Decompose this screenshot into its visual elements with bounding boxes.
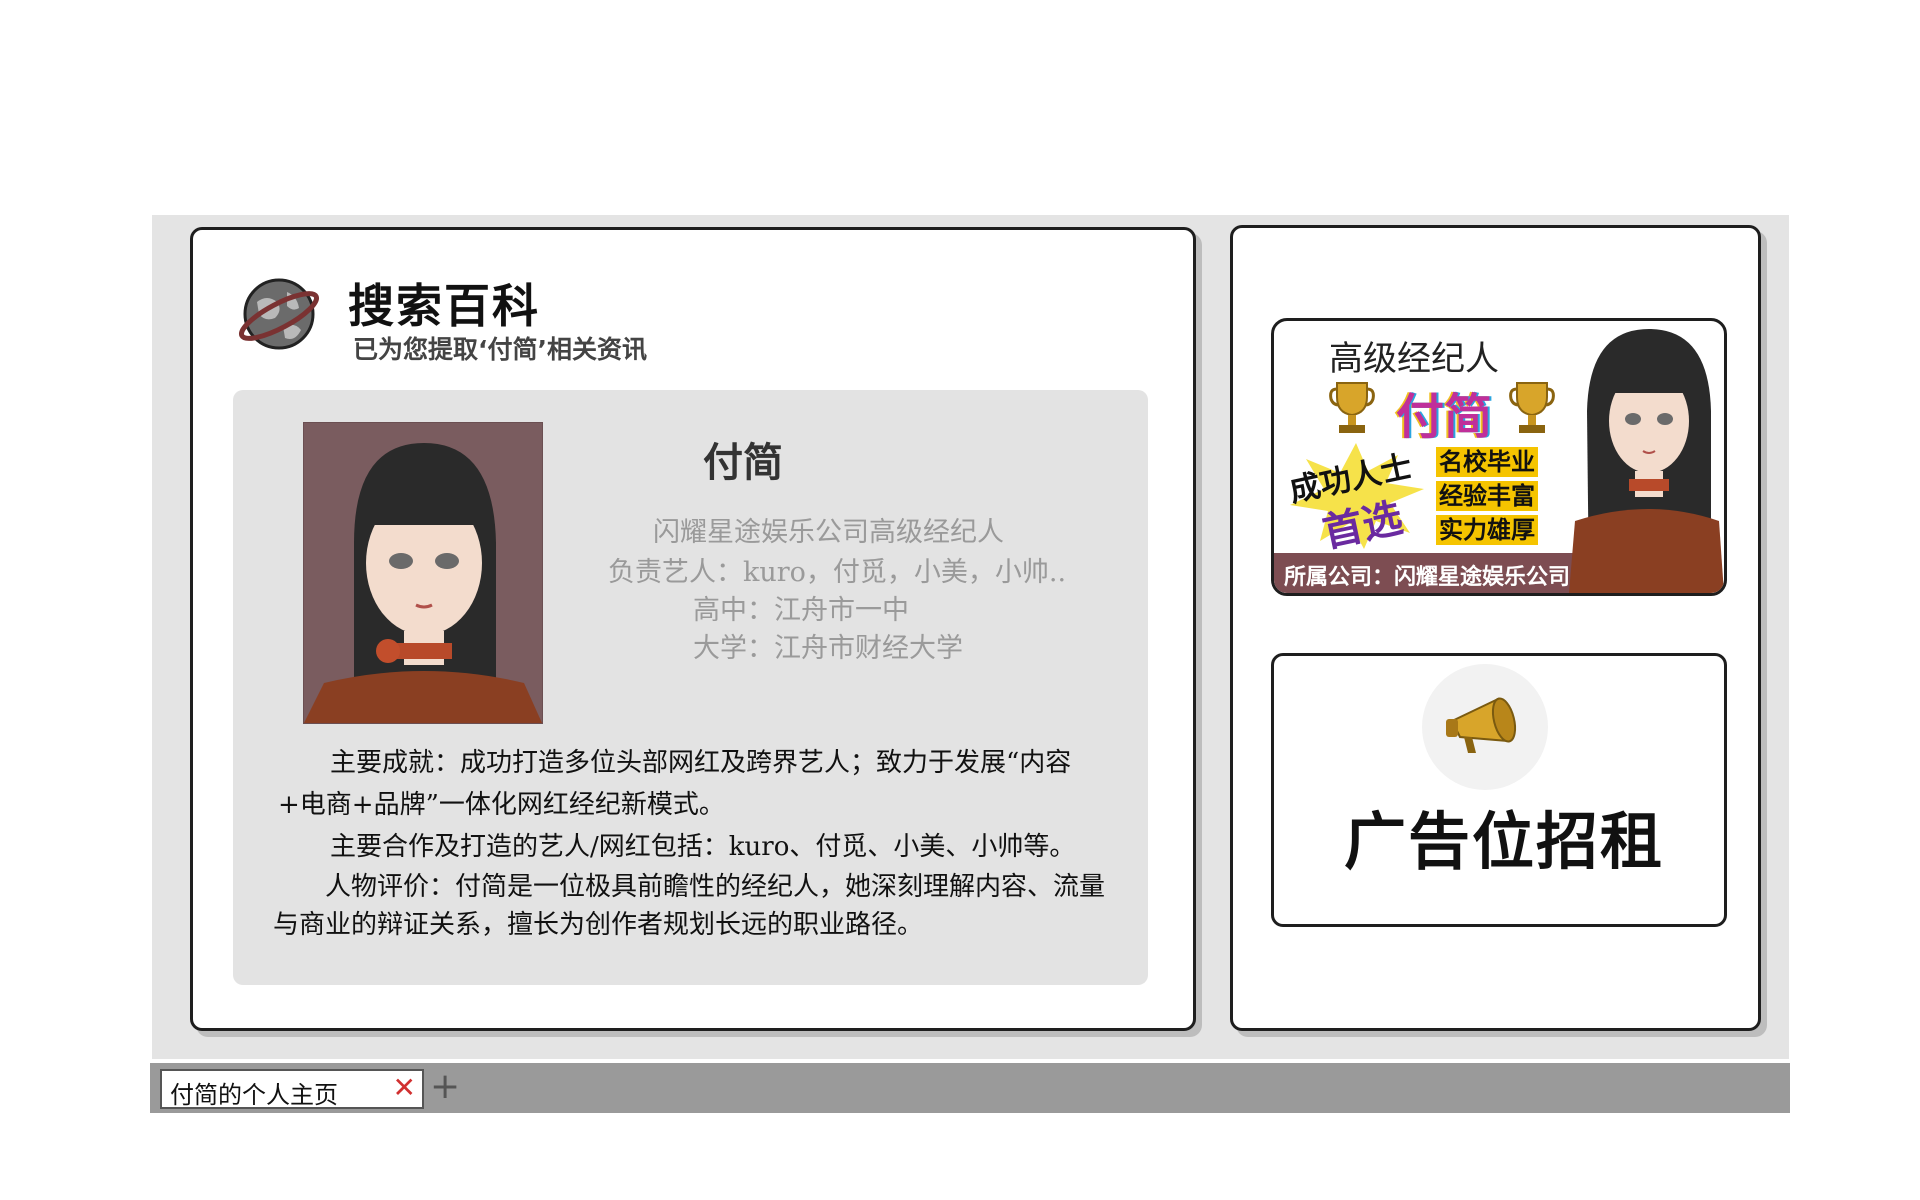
profile-detail: 负责艺人：kuro，付觅，小美，小帅.. <box>608 557 1067 588</box>
megaphone-icon <box>1446 697 1517 753</box>
tab-profile[interactable]: 付简的个人主页 ✕ <box>160 1069 424 1109</box>
encyclopedia-card: 搜索百科 已为您提取‘付简’相关资讯 付简 闪耀星途娱乐公司高级经纪人 负责艺人… <box>190 227 1196 1031</box>
company-label: 所属公司：闪耀星途娱乐公司 <box>1284 564 1571 590</box>
agent-promo-card[interactable]: 高级经纪人 付简 成功人士 首选 名校毕业 经验丰富 实力雄厚 所属公司：闪耀星… <box>1271 318 1727 596</box>
badge: 实力雄厚 <box>1436 515 1538 545</box>
profile-detail: 高中：江舟市一中 <box>693 595 909 626</box>
evaluation-paragraph: 人物评价：付简是一位极具前瞻性的经纪人，她深刻理解内容、流量与商业的辩证关系，擅… <box>273 872 1106 940</box>
trophy-icon <box>1329 382 1375 433</box>
achievement-paragraph: 主要成就：成功打造多位头部网红及跨界艺人；致力于发展“内容+电商+品牌”一体化网… <box>278 748 1072 820</box>
tab-bar: 付简的个人主页 ✕ + <box>150 1063 1790 1113</box>
profile-panel: 付简 闪耀星途娱乐公司高级经纪人 负责艺人：kuro，付觅，小美，小帅.. 高中… <box>233 390 1148 985</box>
plus-icon[interactable]: + <box>430 1067 460 1107</box>
search-title: 搜索百科 <box>348 279 540 333</box>
ad-space-card[interactable]: 广告位招租 <box>1271 653 1727 927</box>
agent-name: 付简 <box>1396 389 1493 445</box>
close-icon[interactable]: ✕ <box>393 1073 416 1103</box>
page-canvas: 搜索百科 已为您提取‘付简’相关资讯 付简 闪耀星途娱乐公司高级经纪人 负责艺人… <box>152 215 1789 1059</box>
ad-text: 广告位招租 <box>1344 805 1665 878</box>
agent-portrait <box>1569 329 1724 593</box>
badge: 名校毕业 <box>1436 447 1538 477</box>
profile-portrait <box>303 422 543 724</box>
badge: 经验丰富 <box>1436 481 1538 511</box>
profile-name: 付简 <box>703 439 783 486</box>
tab-label: 付简的个人主页 <box>170 1081 338 1109</box>
company-bar: 所属公司：闪耀星途娱乐公司 <box>1274 553 1574 593</box>
globe-icon <box>238 278 320 350</box>
partners-paragraph: 主要合作及打造的艺人/网红包括：kuro、付觅、小美、小帅等。 <box>330 832 1076 862</box>
profile-detail: 大学：江舟市财经大学 <box>693 633 963 664</box>
sidebar-card: 高级经纪人 付简 成功人士 首选 名校毕业 经验丰富 实力雄厚 所属公司：闪耀星… <box>1230 225 1761 1031</box>
trophy-icon <box>1509 382 1555 433</box>
profile-detail: 闪耀星途娱乐公司高级经纪人 <box>653 517 1004 548</box>
search-subtitle: 已为您提取‘付简’相关资讯 <box>353 335 647 364</box>
agent-role: 高级经纪人 <box>1329 339 1499 379</box>
